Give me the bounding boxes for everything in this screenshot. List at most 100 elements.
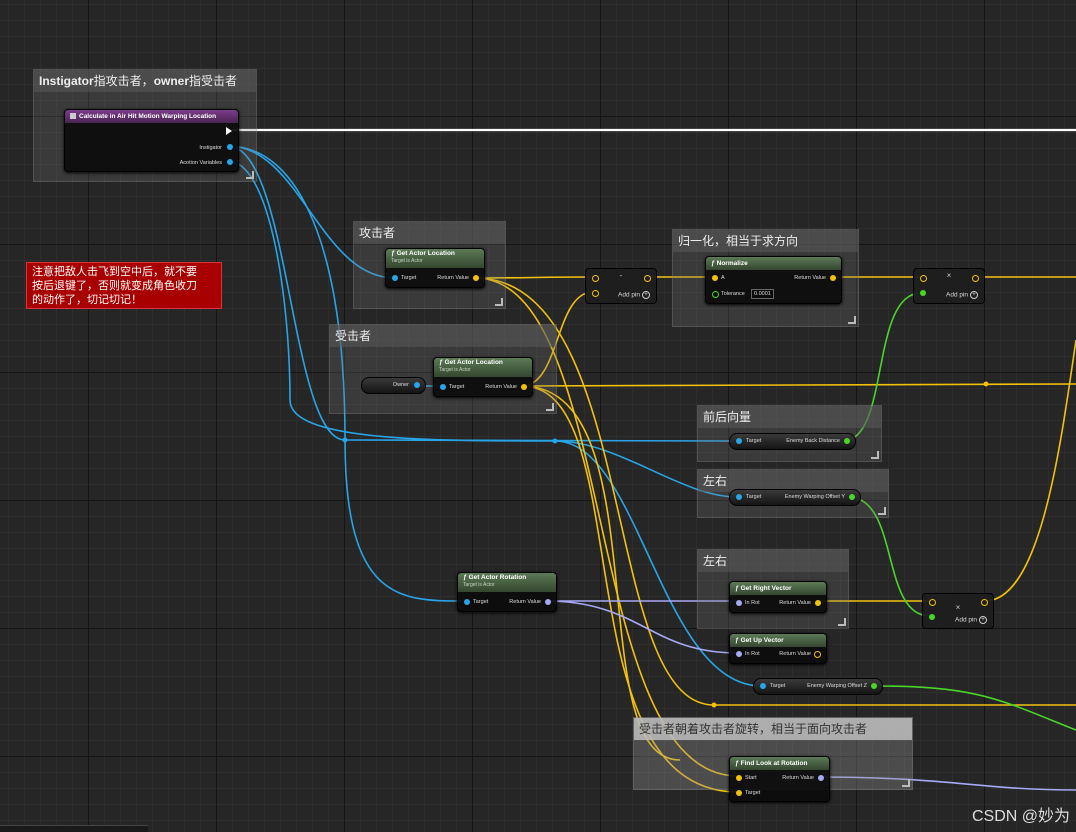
target-pin[interactable]	[736, 438, 742, 444]
watermark: CSDN @妙为	[971, 808, 1070, 825]
pin-label: Target	[449, 384, 465, 390]
function-icon: ƒ	[463, 574, 467, 581]
multiply-node[interactable]: × Add pin +	[913, 268, 985, 304]
start-pin[interactable]	[736, 775, 742, 781]
instigator-pin[interactable]	[227, 144, 233, 150]
input-a-pin[interactable]	[712, 275, 718, 281]
resize-handle[interactable]	[871, 451, 879, 459]
warning-line: 按后退键了，否则就变成角色收刀	[32, 280, 197, 292]
target-pin[interactable]	[736, 790, 742, 796]
target-pin[interactable]	[760, 683, 766, 689]
offset-y-node[interactable]: Target Enemy Warping Offset Y	[729, 489, 861, 506]
reroute-3	[983, 381, 989, 387]
input-a-pin[interactable]	[592, 275, 599, 282]
reroute-1	[342, 437, 348, 443]
return-value-pin[interactable]	[521, 384, 527, 390]
pin-label: Return Value	[779, 651, 811, 657]
pin-label: Return Value	[485, 384, 517, 390]
pin-label: Enemy Warping Offset Y	[784, 494, 845, 500]
pin-label: Enemy Back Distance	[786, 438, 840, 444]
return-value-pin[interactable]	[818, 775, 824, 781]
in-rot-pin[interactable]	[736, 600, 742, 606]
pin-label: Start	[745, 775, 757, 781]
function-entry-icon	[70, 113, 76, 120]
resize-handle[interactable]	[246, 171, 254, 179]
mult2-out	[984, 339, 1076, 602]
get-actor-location-node[interactable]: ƒ Get Actor Location Target is Actor Targe…	[433, 357, 533, 397]
input-b-pin[interactable]	[929, 614, 935, 620]
input-b-pin[interactable]	[920, 290, 926, 296]
output-pin[interactable]	[644, 275, 651, 282]
input-a-pin[interactable]	[929, 599, 936, 606]
node-header: ƒ Get Actor Location Target is Actor	[386, 249, 484, 268]
resize-handle[interactable]	[546, 403, 554, 411]
target-pin[interactable]	[464, 599, 470, 605]
node-header: ƒ Find Look at Rotation	[730, 757, 829, 770]
return-value-pin[interactable]	[814, 651, 821, 658]
comment-title: 归一化，相当于求方向	[673, 230, 858, 252]
back-distance-node[interactable]: Target Enemy Back Distance	[729, 433, 856, 450]
plus-icon: +	[642, 291, 651, 299]
target-pin[interactable]	[736, 494, 742, 500]
find-look-at-rotation-node[interactable]: ƒ Find Look at Rotation Start Return Valu…	[729, 756, 830, 802]
resize-handle[interactable]	[902, 779, 910, 787]
add-pin-button[interactable]: Add pin +	[618, 291, 651, 299]
enemy-back-distance-pin[interactable]	[844, 438, 850, 444]
pin-label: In Rot	[745, 600, 760, 606]
plus-icon: +	[970, 291, 979, 299]
tolerance-pin[interactable]	[712, 291, 719, 298]
owner-pin[interactable]	[414, 382, 420, 388]
warning-line: 的动作了，切记切记！	[32, 294, 142, 306]
action-vars-pin[interactable]	[227, 159, 233, 165]
resize-handle[interactable]	[495, 298, 503, 306]
get-right-vector-node[interactable]: ƒ Get Right Vector In Rot Return Value	[729, 581, 827, 613]
return-value-pin[interactable]	[815, 600, 821, 606]
pin-label: Target	[401, 275, 417, 281]
offset-z-node[interactable]: Target Enemy Warping Offset Z	[753, 678, 883, 695]
tolerance-input[interactable]: 0.0001	[751, 289, 774, 299]
resize-handle[interactable]	[878, 507, 886, 515]
node-header: ƒ Normalize	[706, 257, 841, 270]
pin-label: Instigator	[199, 145, 222, 151]
add-pin-button[interactable]: Add pin +	[955, 616, 988, 624]
function-icon: ƒ	[391, 250, 395, 257]
in-rot-pin[interactable]	[736, 651, 742, 657]
function-icon: ƒ	[735, 760, 739, 767]
return-value-pin[interactable]	[830, 275, 836, 281]
enemy-warping-offset-y-pin[interactable]	[849, 494, 855, 500]
return-value-pin[interactable]	[545, 599, 551, 605]
output-pin[interactable]	[972, 275, 979, 282]
pin-label: Target	[746, 438, 762, 444]
function-icon: ƒ	[439, 359, 443, 366]
exec-out-pin[interactable]	[226, 127, 232, 135]
bottom-tab-strip	[0, 825, 148, 832]
target-pin[interactable]	[392, 275, 398, 281]
multiply-node[interactable]: × Add pin +	[922, 593, 994, 629]
comment-title: 左右	[698, 550, 848, 572]
plus-icon: +	[979, 616, 988, 624]
get-up-vector-node[interactable]: ƒ Get Up Vector In Rot Return Value	[729, 633, 827, 664]
resize-handle[interactable]	[848, 316, 856, 324]
function-icon: ƒ	[735, 585, 739, 592]
subtract-node[interactable]: - Add pin +	[585, 268, 657, 304]
warning-comment[interactable]: 注意把敌人击飞到空中后，就不要 按后退键了，否则就变成角色收刀 的动作了，切记切…	[26, 262, 222, 309]
comment-title: 受击者朝着攻击者旋转，相当于面向攻击者	[634, 718, 912, 740]
owner-variable-node[interactable]: Owner	[361, 377, 426, 394]
output-pin[interactable]	[981, 599, 988, 606]
get-actor-location-node[interactable]: ƒ Get Actor Location Target is Actor Targe…	[385, 248, 485, 288]
enemy-warping-offset-z-pin[interactable]	[871, 683, 877, 689]
pin-label: Return Value	[779, 600, 811, 606]
return-value-pin[interactable]	[473, 275, 479, 281]
pin-label: Return Value	[794, 275, 826, 281]
input-a-pin[interactable]	[920, 275, 927, 282]
entry-node[interactable]: Calculate in Air Hit Motion Warping Loca…	[64, 109, 239, 172]
input-b-pin[interactable]	[592, 290, 599, 297]
pin-label: Tolerance	[721, 291, 745, 297]
resize-handle[interactable]	[838, 618, 846, 626]
normalize-node[interactable]: ƒ Normalize A Return Value Tolerance 0.00…	[705, 256, 842, 304]
target-pin[interactable]	[440, 384, 446, 390]
get-actor-rotation-node[interactable]: ƒ Get Actor Rotation Target is Actor Targe…	[457, 572, 557, 612]
add-pin-button[interactable]: Add pin +	[946, 291, 979, 299]
comment-title: 攻击者	[354, 222, 505, 244]
pin-label: Target	[746, 494, 762, 500]
